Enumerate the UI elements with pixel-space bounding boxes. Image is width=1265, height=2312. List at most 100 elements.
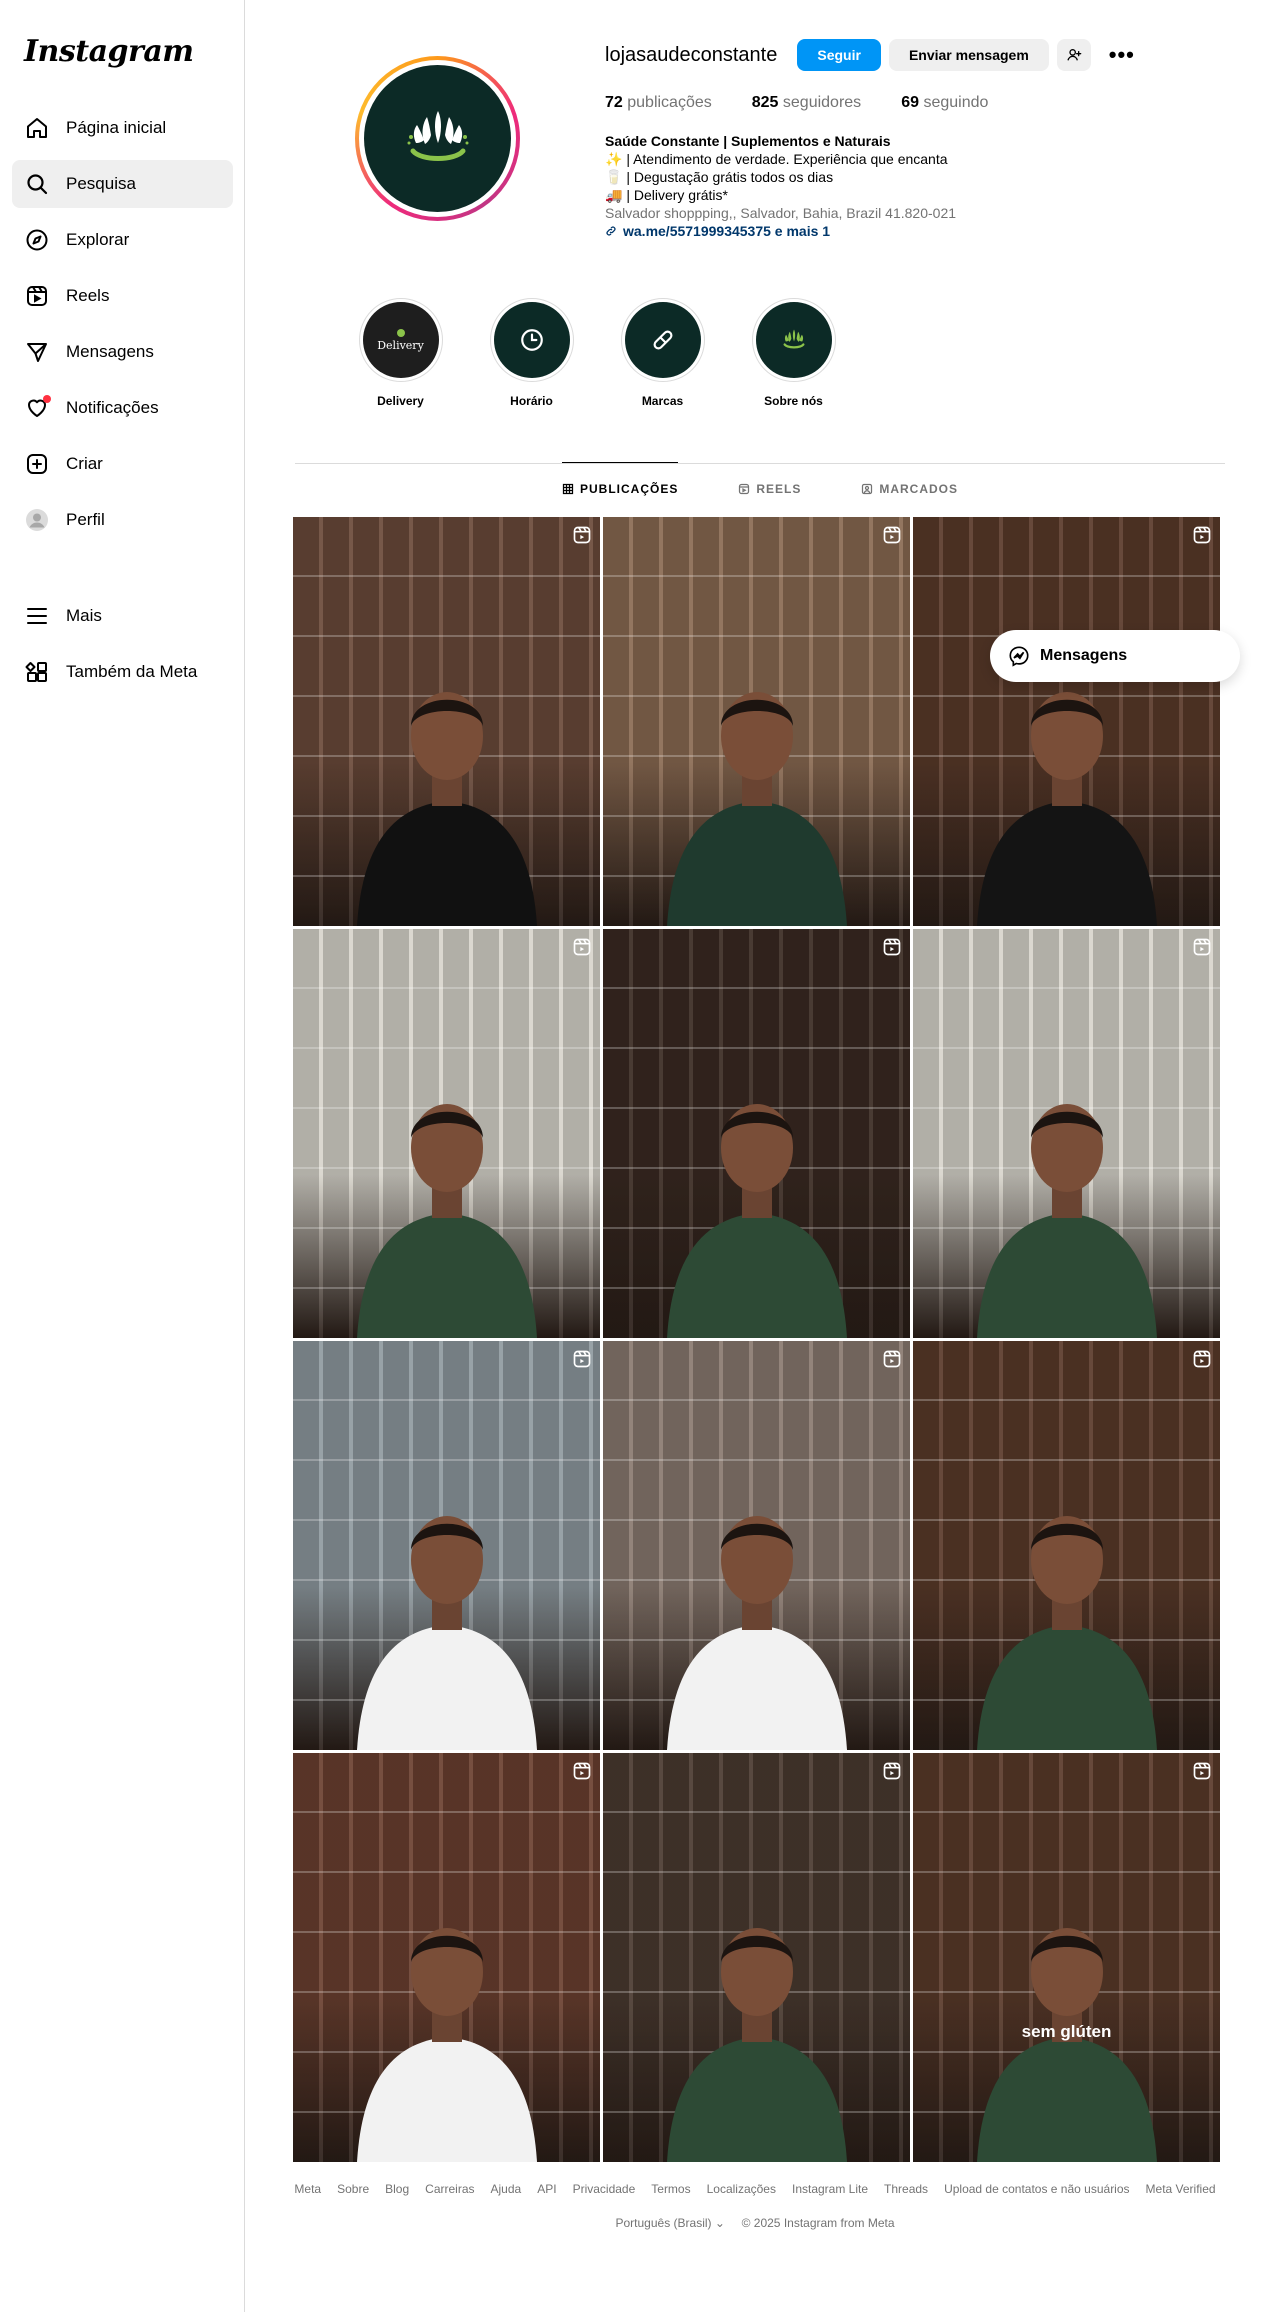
post-thumbnail[interactable] [913, 517, 1220, 926]
post-thumbnail[interactable]: sem glúten [913, 1753, 1220, 2162]
highlight-cover [624, 302, 701, 378]
sidebar-item-home[interactable]: Página inicial [12, 104, 233, 152]
chevron-down-icon: ⌄ [714, 2216, 725, 2230]
footer-bottom: Português (Brasil) ⌄ © 2025 Instagram fr… [0, 2216, 1265, 2230]
footer-link[interactable]: Termos [651, 2182, 690, 2196]
sidebar-item-profile[interactable]: Perfil [12, 496, 233, 544]
person-figure [976, 1104, 1157, 1338]
footer-links: Meta Sobre Blog Carreiras Ajuda API Privacidad… [0, 2182, 1265, 2196]
reels-icon [739, 483, 750, 494]
post-thumbnail[interactable] [913, 1341, 1220, 1750]
footer-link[interactable]: Meta Verified [1146, 2182, 1216, 2196]
footer-link[interactable]: Ajuda [491, 2182, 522, 2196]
follow-button[interactable]: Seguir [797, 39, 881, 71]
sidebar-item-reels[interactable]: Reels [12, 272, 233, 320]
footer-link[interactable]: Sobre [337, 2182, 369, 2196]
person-figure [666, 1928, 847, 2162]
sidebar-item-label: Também da Meta [66, 662, 198, 681]
tab-posts[interactable]: PUBLICAÇÕES [561, 462, 679, 514]
footer-link[interactable]: Privacidade [573, 2182, 636, 2196]
sidebar-item-label: Criar [66, 454, 103, 473]
send-message-button[interactable]: Enviar mensagem [888, 39, 1049, 71]
footer-link[interactable]: Threads [884, 2182, 928, 2196]
person-figure [666, 692, 847, 926]
sidebar-item-meta[interactable]: Também da Meta [12, 648, 233, 696]
search-icon [24, 171, 50, 197]
pill-icon [653, 330, 672, 350]
post-thumbnail[interactable] [603, 517, 910, 926]
footer-link[interactable]: Upload de contatos e não usuários [944, 2182, 1129, 2196]
leaf-dot-icon [396, 328, 405, 337]
profile-picture[interactable] [355, 56, 520, 221]
options-icon[interactable]: ••• [1109, 42, 1135, 68]
sidebar-item-create[interactable]: Criar [12, 440, 233, 488]
reel-badge-icon [883, 938, 901, 956]
profile-tabs: PUBLICAÇÕES REELS MARCADOS [295, 462, 1225, 514]
heart-icon [24, 395, 51, 421]
profile-main: lojasaudeconstante Seguir Enviar mensage… [245, 0, 1265, 2312]
post-thumbnail[interactable] [603, 1753, 910, 2162]
compass-icon [24, 227, 50, 253]
post-thumbnail[interactable] [293, 517, 600, 926]
person-figure [356, 1104, 537, 1338]
following-stat[interactable]: 69 seguindo [901, 94, 988, 112]
leaf-logo-icon [783, 329, 804, 349]
person-figure [976, 1516, 1157, 1750]
instagram-logo[interactable]: Instagram [24, 34, 194, 69]
post-thumbnail[interactable] [603, 1341, 910, 1750]
highlight-hours[interactable]: Horário [466, 298, 597, 408]
post-thumbnail[interactable] [603, 929, 910, 1338]
sidebar-item-label: Reels [66, 286, 110, 305]
bio-link[interactable]: wa.me/5571999345375 e mais 1 [605, 222, 1245, 240]
footer-link[interactable]: API [537, 2182, 556, 2196]
post-thumbnail[interactable] [913, 929, 1220, 1338]
sidebar-nav: Página inicial Pesquisa Explorar Reels M… [12, 104, 233, 552]
sidebar-item-notifications[interactable]: Notificações [12, 384, 233, 432]
post-overlay-text: sem glúten [1021, 2022, 1112, 2041]
highlight-cover [493, 302, 570, 378]
highlight-delivery[interactable]: Delivery Delivery [335, 298, 466, 408]
person-figure [356, 1516, 537, 1750]
post-thumbnail[interactable] [293, 929, 600, 1338]
footer-link[interactable]: Instagram Lite [792, 2182, 868, 2196]
post-thumbnail[interactable] [293, 1341, 600, 1750]
brand-logo-avatar [364, 65, 511, 212]
sidebar-item-label: Perfil [66, 510, 105, 529]
bio-line: 🚚 | Delivery grátis* [605, 187, 728, 203]
tab-tagged[interactable]: MARCADOS [861, 462, 958, 514]
sidebar-item-label: Notificações [66, 398, 159, 417]
leaf-logo-icon [407, 110, 468, 161]
suggest-accounts-button[interactable] [1056, 39, 1091, 71]
reel-badge-icon [883, 526, 901, 544]
bio-line: 🥛 | Degustação grátis todos os dias [605, 169, 834, 185]
sidebar-item-explore[interactable]: Explorar [12, 216, 233, 264]
posts-stat[interactable]: 72 publicações [605, 94, 712, 112]
messages-pill-button[interactable]: Mensagens [990, 630, 1240, 682]
sidebar-bottom-nav: Mais Também da Meta [12, 592, 233, 704]
post-thumbnail[interactable] [293, 1753, 600, 2162]
person-figure [666, 1516, 847, 1750]
profile-stats: 72 publicações 825 seguidores 69 seguind… [605, 94, 1245, 112]
footer-link[interactable]: Carreiras [425, 2182, 474, 2196]
followers-stat[interactable]: 825 seguidores [752, 94, 861, 112]
highlight-about[interactable]: Sobre nós [728, 298, 859, 408]
person-figure [666, 1104, 847, 1338]
sidebar-item-search[interactable]: Pesquisa [12, 160, 233, 208]
language-selector[interactable]: Português (Brasil) ⌄ [615, 2216, 724, 2230]
highlight-cover-text: Delivery [377, 338, 424, 352]
footer-link[interactable]: Blog [385, 2182, 409, 2196]
home-icon [24, 115, 50, 141]
footer-link[interactable]: Localizações [707, 2182, 776, 2196]
clock-icon [520, 329, 543, 351]
footer-link[interactable]: Meta [294, 2182, 321, 2196]
bio-location[interactable]: Salvador shoppping,, Salvador, Bahia, Br… [605, 204, 1245, 222]
tab-reels[interactable]: REELS [738, 462, 801, 514]
profile-username: lojasaudeconstante [605, 43, 778, 66]
highlight-brands[interactable]: Marcas [597, 298, 728, 408]
highlight-label: Horário [510, 394, 553, 408]
profile-header-row: lojasaudeconstante Seguir Enviar mensage… [605, 38, 1245, 72]
reel-badge-icon [573, 526, 591, 544]
reel-badge-icon [573, 1350, 591, 1368]
sidebar-item-more[interactable]: Mais [12, 592, 233, 640]
sidebar-item-messages[interactable]: Mensagens [12, 328, 233, 376]
